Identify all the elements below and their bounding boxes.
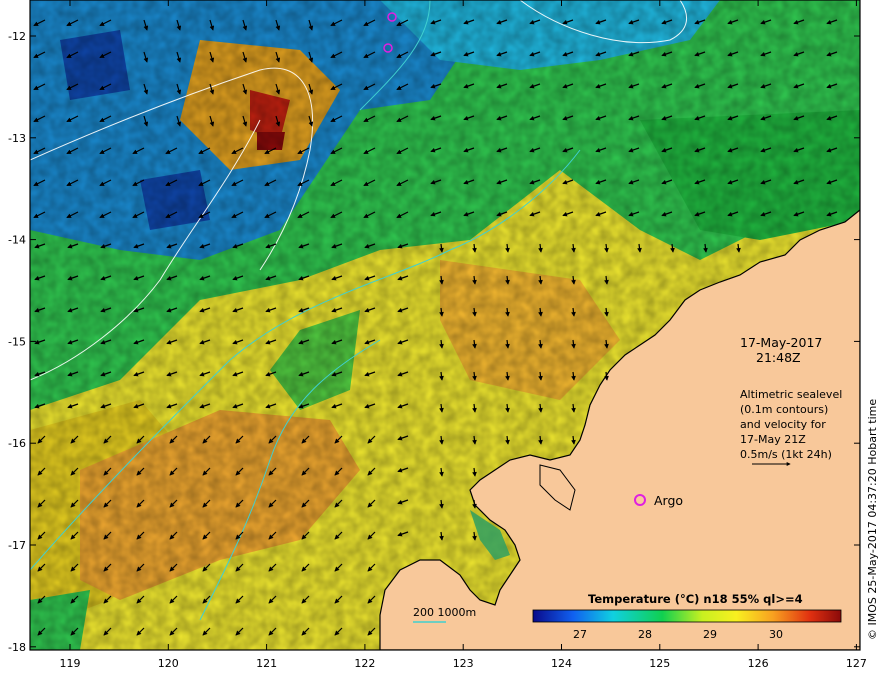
colorbar-title: Temperature (°C) n18 55% ql>=4 xyxy=(588,592,803,606)
lon-label-125: 125 xyxy=(649,657,670,670)
legend-line-1: Altimetric sealevel xyxy=(740,388,842,401)
legend-line-3: and velocity for xyxy=(740,418,826,431)
argo-label: Argo xyxy=(654,493,683,508)
sst-map: Argo 119 120 121 122 123 124 125 126 127 -12 -13 -1… xyxy=(8,0,867,670)
legend-line-2: (0.1m contours) xyxy=(740,403,828,416)
colorbar-tick-28: 28 xyxy=(638,628,652,641)
lon-label-127: 127 xyxy=(846,657,867,670)
lat-label-12: -12 xyxy=(8,30,26,43)
legend-line-5: 0.5m/s (1kt 24h) xyxy=(740,448,832,461)
lon-label-121: 121 xyxy=(256,657,277,670)
bathymetry-label: 200 1000m xyxy=(413,606,476,619)
lat-label-14: -14 xyxy=(8,234,26,247)
lat-label-15: -15 xyxy=(8,335,26,348)
lat-label-13: -13 xyxy=(8,132,26,145)
colorbar-tick-27: 27 xyxy=(573,628,587,641)
sst-map-frame: Argo 119 120 121 122 123 124 125 126 127 -12 -13 -1… xyxy=(0,0,880,680)
lat-label-17: -17 xyxy=(8,539,26,552)
time-label: 21:48Z xyxy=(756,350,801,365)
lon-label-122: 122 xyxy=(354,657,375,670)
colorbar-gradient xyxy=(532,609,842,623)
credit-text: © IMOS 25-May-2017 04:37:20 Hobart time xyxy=(866,398,879,640)
colorbar-tick-30: 30 xyxy=(769,628,783,641)
legend-line-4: 17-May 21Z xyxy=(740,433,806,446)
date-label: 17-May-2017 xyxy=(740,335,822,350)
lon-label-119: 119 xyxy=(60,657,81,670)
lon-label-126: 126 xyxy=(748,657,769,670)
lat-label-16: -16 xyxy=(8,437,26,450)
lon-label-123: 123 xyxy=(453,657,474,670)
lat-label-18: -18 xyxy=(8,641,26,654)
lon-label-120: 120 xyxy=(158,657,179,670)
lon-label-124: 124 xyxy=(551,657,572,670)
colorbar-tick-29: 29 xyxy=(703,628,717,641)
